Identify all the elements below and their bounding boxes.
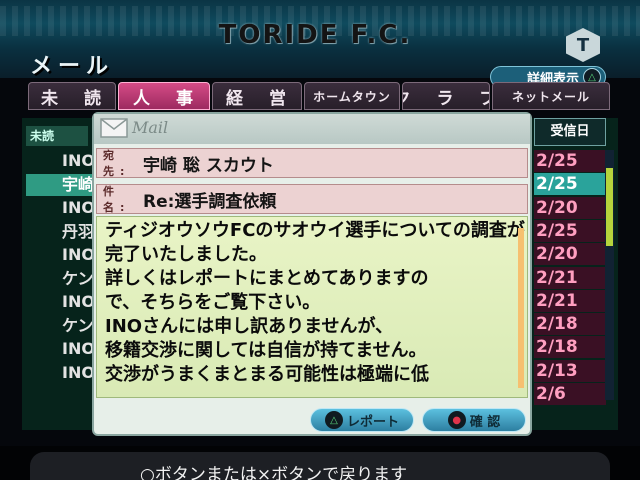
list-item-sender[interactable]: INO <box>26 197 102 219</box>
tab-personnel[interactable]: 人 事 <box>118 82 210 110</box>
envelope-icon <box>100 118 128 138</box>
screen-title: メール <box>30 54 115 79</box>
list-item-date[interactable]: 2/18 <box>534 313 606 336</box>
mail-body-scrollbar[interactable] <box>518 228 524 388</box>
list-item-sender[interactable]: INO <box>26 244 102 266</box>
list-item-sender[interactable]: INO <box>26 362 102 384</box>
list-item-date[interactable]: 2/21 <box>534 289 606 312</box>
circle-button-icon: ● <box>447 411 466 429</box>
footer-hint: ○ボタンまたは×ボタンで戻ります <box>140 465 408 480</box>
tab-bar: 未 読 人 事 経 営 ホームタウン ク ラ ブ ネットメール <box>28 82 612 112</box>
report-button-label: レポート <box>346 414 399 430</box>
list-item-sender[interactable]: 宇崎 <box>26 173 102 196</box>
list-item-date[interactable]: 2/25 <box>534 150 606 172</box>
recipient-value: 宇崎 聡 スカウト <box>143 155 274 176</box>
list-item-date[interactable]: 2/25 <box>534 219 606 242</box>
tab-unread[interactable]: 未 読 <box>28 82 116 110</box>
triangle-button-icon: △ <box>324 411 343 429</box>
confirm-button-label: 確 認 <box>469 414 501 430</box>
recipient-field: 宛 先: 宇崎 聡 スカウト <box>96 148 528 178</box>
list-item-sender[interactable]: INO <box>26 291 102 313</box>
list-item-date[interactable]: 2/25 <box>534 173 606 196</box>
tab-management[interactable]: 経 営 <box>212 82 302 110</box>
tab-hometown[interactable]: ホームタウン <box>304 82 400 110</box>
list-scrollbar-thumb[interactable] <box>606 168 613 246</box>
list-item-sender[interactable]: ケンデ <box>26 315 102 337</box>
list-item-sender[interactable]: INO <box>26 338 102 360</box>
mail-body[interactable]: ティジオウソウFCのサオウイ選手についての調査が 完了いたしました。 詳しくはレ… <box>96 216 528 398</box>
list-item-sender[interactable]: ケンデ <box>26 268 102 290</box>
report-button[interactable]: △ レポート <box>310 408 414 432</box>
list-item-sender[interactable]: 丹羽 <box>26 221 102 243</box>
recipient-label: 宛 先: <box>103 149 131 178</box>
mail-body-text: ティジオウソウFCのサオウイ選手についての調査が 完了いたしました。 詳しくはレ… <box>105 220 525 385</box>
list-item-sender[interactable]: INO <box>26 150 102 172</box>
column-header-date: 受信日 <box>534 118 606 146</box>
mail-logo: Mail <box>132 118 169 137</box>
list-item-date[interactable]: 2/18 <box>534 336 606 359</box>
subject-field: 件 名: Re:選手調査依頼 <box>96 184 528 214</box>
list-item-date[interactable]: 2/20 <box>534 243 606 266</box>
list-item-date[interactable]: 2/21 <box>534 266 606 289</box>
list-item-date[interactable]: 2/6 <box>534 383 606 405</box>
list-item-date[interactable]: 2/20 <box>534 196 606 219</box>
tab-club[interactable]: ク ラ ブ <box>402 82 490 110</box>
subject-value: Re:選手調査依頼 <box>143 191 277 212</box>
team-name: TORIDE F.C. <box>218 20 412 50</box>
list-item-date[interactable]: 2/13 <box>534 359 606 382</box>
subject-label: 件 名: <box>103 185 131 214</box>
confirm-button[interactable]: ● 確 認 <box>422 408 526 432</box>
tab-net-mail[interactable]: ネットメール <box>492 82 610 110</box>
column-header-unread: 未読 <box>26 126 88 146</box>
